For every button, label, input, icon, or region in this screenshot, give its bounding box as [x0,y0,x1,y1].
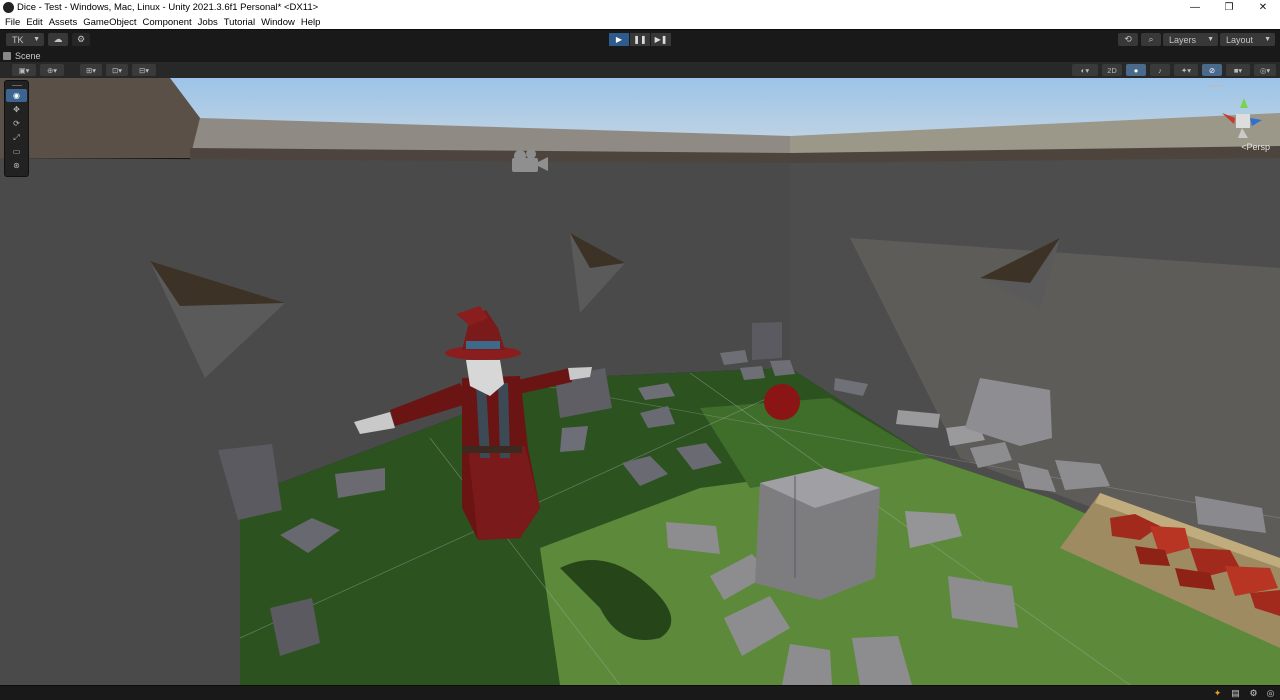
layers-dropdown[interactable]: Layers ▼ [1163,33,1218,46]
account-label: TK [12,34,24,45]
light-icon[interactable]: ● [1126,64,1146,76]
toggle-2d-button[interactable]: 2D [1102,64,1122,76]
pause-button[interactable]: ❚❚ [630,33,650,46]
main-toolbar: TK ▼ ☁ ⚙ ▶ ❚❚ ▶❚ ⟲ ⌕ Layers ▼ Layout ▼ [0,29,1280,49]
camera-icon[interactable]: ■▾ [1226,64,1250,76]
menu-help[interactable]: Help [298,17,324,28]
layout-dropdown[interactable]: Layout ▼ [1220,33,1275,46]
draw-mode-dropdown[interactable]: ▣▾ [12,64,36,76]
tool-palette-handle[interactable] [5,81,28,89]
tab-scene-label: Scene [15,50,41,61]
minimize-button[interactable]: — [1178,0,1212,15]
tool-palette: ◉ ✥ ⟳ ⤢ ▭ ⊛ [4,80,29,177]
window-title: Dice - Test - Windows, Mac, Linux - Unit… [17,2,319,13]
move-tool-icon[interactable]: ✥ [6,103,27,116]
snap-dropdown[interactable]: ⊟▾ [132,64,156,76]
grid-dropdown[interactable]: ⊕▾ [40,64,64,76]
shading-dropdown[interactable]: ◐▾ [1072,64,1098,76]
scene-icon [3,51,11,60]
scene-viewport[interactable] [0,78,1280,685]
close-button[interactable]: ✕ [1246,0,1280,15]
window-titlebar: Dice - Test - Windows, Mac, Linux - Unit… [0,0,1280,15]
audio-icon[interactable]: ♪ [1150,64,1170,76]
settings-icon[interactable]: ⚙ [72,33,90,46]
tab-scene[interactable]: Scene [3,49,45,62]
debug-icon[interactable]: ⚙ [1248,688,1259,699]
transform-tool-icon[interactable]: ⊛ [6,159,27,172]
menu-bar: File Edit Assets GameObject Component Jo… [0,15,1280,29]
unity-logo-icon [3,2,14,13]
scene-toolbar: ▣▾ ⊕▾ ⊞▾ ⊡▾ ⊟▾ ◐▾ 2D ● ♪ ✦▾ ⊘ ■▾ ◎▾ [0,62,1280,78]
progress-icon[interactable]: ▤ [1230,688,1241,699]
search-icon[interactable]: ⌕ [1141,33,1161,46]
rotate-tool-icon[interactable]: ⟳ [6,117,27,130]
history-icon[interactable]: ⟲ [1118,33,1138,46]
global-dropdown[interactable]: ⊡▾ [106,64,128,76]
pivot-dropdown[interactable]: ⊞▾ [80,64,102,76]
chevron-down-icon: ▼ [1264,36,1271,43]
scale-tool-icon[interactable]: ⤢ [6,131,27,144]
play-button[interactable]: ▶ [609,33,629,46]
effects-dropdown[interactable]: ✦▾ [1174,64,1198,76]
tab-bar: Scene [0,49,1280,62]
menu-component[interactable]: Component [140,17,195,28]
visibility-icon[interactable]: ⊘ [1202,64,1222,76]
collab-icon[interactable]: ◎ [1265,688,1276,699]
menu-file[interactable]: File [2,17,23,28]
menu-window[interactable]: Window [258,17,298,28]
restore-button[interactable]: ❐ [1212,0,1246,15]
account-dropdown[interactable]: TK ▼ [6,33,44,46]
scene-render [0,78,1280,685]
gizmo-icon[interactable]: ◎▾ [1254,64,1276,76]
view-tool-eye-icon[interactable]: ◉ [6,89,27,102]
status-bar: ✦ ▤ ⚙ ◎ [0,685,1280,700]
layout-label: Layout [1226,34,1254,45]
menu-jobs[interactable]: Jobs [195,17,221,28]
step-button[interactable]: ▶❚ [651,33,671,46]
menu-edit[interactable]: Edit [23,17,45,28]
menu-tutorial[interactable]: Tutorial [221,17,258,28]
chevron-down-icon: ▼ [33,36,40,43]
menu-gameobject[interactable]: GameObject [80,17,139,28]
menu-assets[interactable]: Assets [46,17,81,28]
lightbulb-icon[interactable]: ✦ [1212,688,1223,699]
rect-tool-icon[interactable]: ▭ [6,145,27,158]
projection-label[interactable]: <Persp [1241,142,1270,152]
cloud-icon[interactable]: ☁ [48,33,68,46]
layers-label: Layers [1169,34,1197,45]
chevron-down-icon: ▼ [1207,36,1214,43]
